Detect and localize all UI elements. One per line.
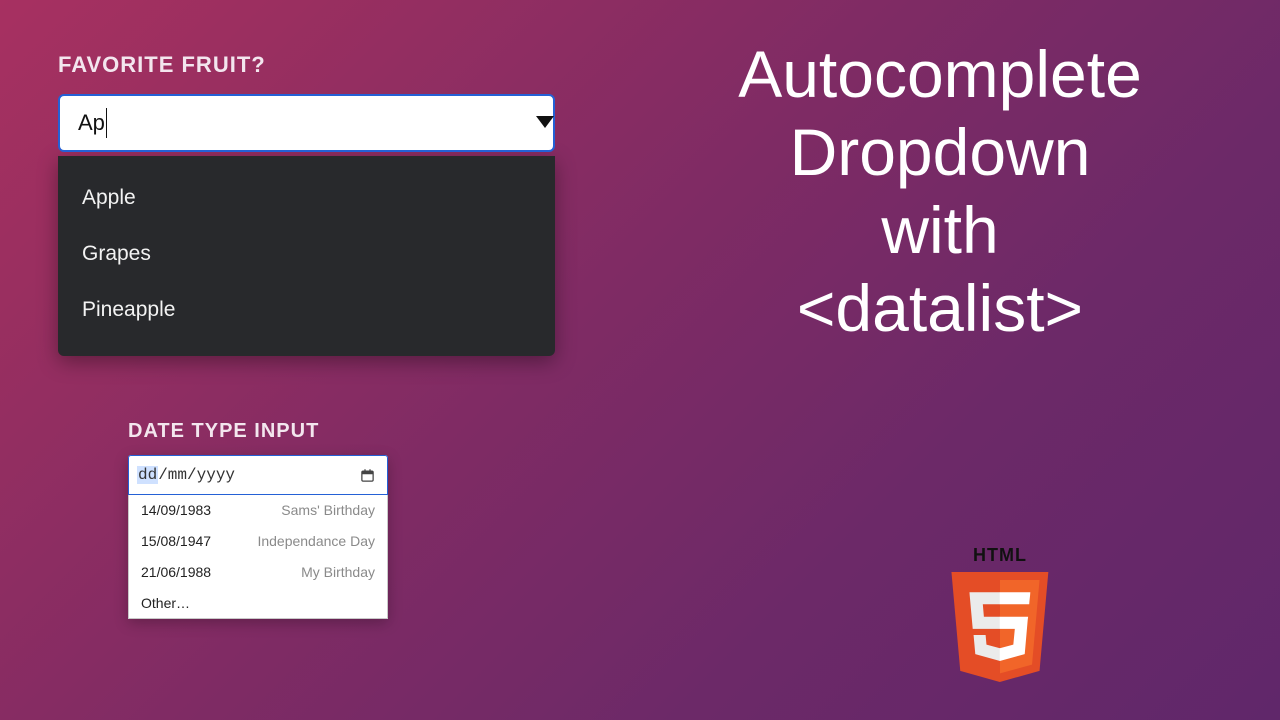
text-cursor	[106, 108, 107, 138]
chevron-down-icon[interactable]	[536, 116, 554, 128]
headline-line: with	[660, 192, 1220, 270]
date-option-desc: Independance Day	[257, 533, 375, 549]
date-day-segment[interactable]: dd	[137, 466, 158, 484]
date-option-value: 15/08/1947	[141, 533, 211, 549]
headline: Autocomplete Dropdown with <datalist>	[660, 36, 1220, 348]
date-datalist: 14/09/1983 Sams' Birthday 15/08/1947 Ind…	[128, 495, 388, 619]
headline-line: Dropdown	[660, 114, 1220, 192]
date-rest-segment: /mm/yyyy	[158, 466, 235, 484]
headline-line: <datalist>	[660, 270, 1220, 348]
fruit-option[interactable]: Pineapple	[58, 282, 555, 338]
date-option[interactable]: 15/08/1947 Independance Day	[129, 526, 387, 557]
fruit-option[interactable]: Apple	[58, 170, 555, 226]
fruit-option[interactable]: Grapes	[58, 226, 555, 282]
html5-logo-text: HTML	[930, 545, 1070, 566]
fruit-autocomplete-list: Apple Grapes Pineapple	[58, 156, 555, 356]
calendar-icon[interactable]	[360, 468, 375, 483]
date-option-desc: Sams' Birthday	[281, 502, 375, 518]
date-option[interactable]: 21/06/1988 My Birthday	[129, 557, 387, 588]
shield-icon	[945, 564, 1055, 690]
date-option-desc: My Birthday	[301, 564, 375, 580]
date-type-input-label: DATE TYPE INPUT	[128, 420, 526, 443]
date-option-value: 21/06/1988	[141, 564, 211, 580]
favorite-fruit-input[interactable]	[58, 94, 555, 152]
date-option-value: 14/09/1983	[141, 502, 211, 518]
date-input-container: dd/mm/yyyy 14/09/1983 Sams' Birthday 15/…	[128, 455, 388, 619]
date-option-other[interactable]: Other…	[129, 588, 387, 618]
favorite-fruit-label: FAVORITE FRUIT?	[58, 52, 578, 78]
html5-logo: HTML	[930, 545, 1070, 690]
date-option[interactable]: 14/09/1983 Sams' Birthday	[129, 495, 387, 526]
date-input[interactable]: dd/mm/yyyy	[128, 455, 388, 495]
headline-line: Autocomplete	[660, 36, 1220, 114]
